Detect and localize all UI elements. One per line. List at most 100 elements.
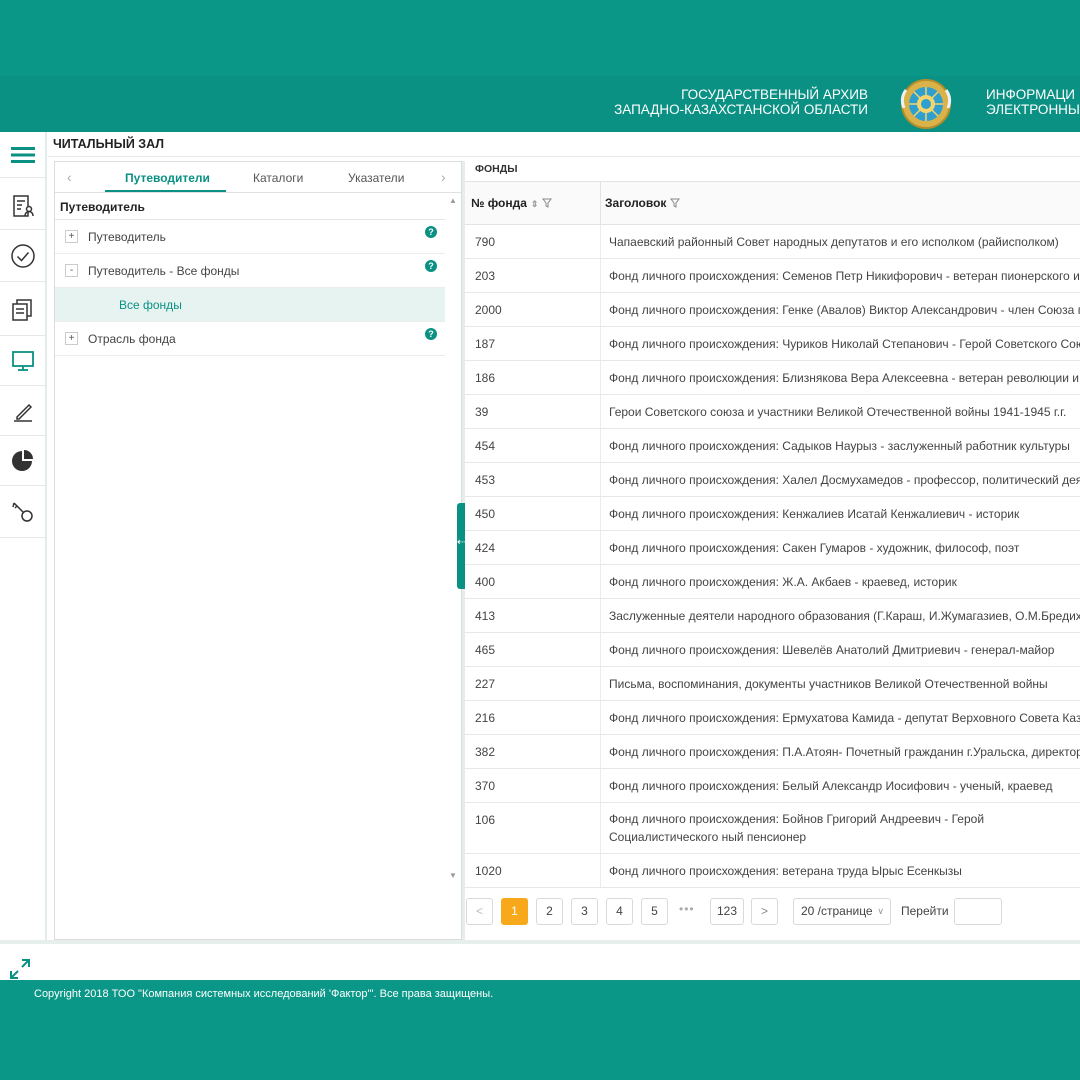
fund-title-cell: Фонд личного происхождения: Ермухатова К… [609, 711, 1080, 725]
table-row[interactable]: 370 Фонд личного происхождения: Белый Але… [465, 769, 1080, 803]
sidebar-menu-button[interactable] [0, 132, 45, 178]
fund-title-cell: Фонд личного происхождения: Ж.А. Акбаев … [609, 575, 957, 589]
tabs-next-arrow-icon[interactable]: › [441, 169, 446, 185]
pagination-page-button[interactable]: 3 [571, 898, 598, 925]
tree-expand-icon[interactable]: + [65, 230, 78, 243]
tree-item[interactable]: + Отрасль фонда ? [55, 322, 445, 356]
org-line-1: ГОСУДАРСТВЕННЫЙ АРХИВ [681, 87, 868, 102]
column-header-title[interactable]: Заголовок [605, 196, 681, 210]
table-row[interactable]: 2000 Фонд личного происхождения: Генке (А… [465, 293, 1080, 327]
cell-divider [600, 327, 601, 360]
sidebar-item-approved[interactable] [0, 230, 45, 282]
tab-catalogs[interactable]: Каталоги [253, 171, 303, 185]
check-circle-icon [10, 243, 35, 268]
page-size-select[interactable]: 20 /странице ∨ [793, 898, 891, 925]
cell-divider [600, 803, 601, 853]
tree-collapse-icon[interactable]: - [65, 264, 78, 277]
sidebar-item-reading-room[interactable] [0, 336, 45, 386]
fullscreen-expand-icon[interactable] [9, 958, 31, 980]
tabs-prev-arrow-icon[interactable]: ‹ [67, 169, 72, 185]
cell-divider [600, 599, 601, 632]
cell-divider [600, 225, 601, 258]
tab-guides[interactable]: Путеводители [125, 171, 210, 185]
fund-title-cell: Фонд личного происхождения: Семенов Петр… [609, 269, 1080, 283]
table-row[interactable]: 106 Фонд личного происхождения: Бойнов Гр… [465, 803, 1080, 854]
fund-number-cell: 453 [475, 473, 496, 487]
pagination-next-button[interactable]: > [751, 898, 778, 925]
table-row[interactable]: 39 Герои Советского союза и участники Вел… [465, 395, 1080, 429]
pagination-ellipsis[interactable]: ••• [679, 902, 695, 916]
table-row[interactable]: 450 Фонд личного происхождения: Кенжалиев… [465, 497, 1080, 531]
fund-title-cell: Фонд личного происхождения: Сакен Гумаро… [609, 541, 1020, 555]
pagination: < 1 2 3 4 5 ••• 123 > 20 /странице ∨ Пер… [465, 898, 1080, 926]
tree-expand-icon[interactable]: + [65, 332, 78, 345]
filter-icon[interactable] [542, 198, 553, 208]
table-row[interactable]: 382 Фонд личного происхождения: П.А.Атоян… [465, 735, 1080, 769]
table-row[interactable]: 454 Фонд личного происхождения: Садыков Н… [465, 429, 1080, 463]
guides-tabs: ‹ Путеводители Каталоги Указатели › [55, 162, 461, 193]
fund-number-cell: 227 [475, 677, 496, 691]
fund-number-cell: 454 [475, 439, 496, 453]
table-row[interactable]: 1020 Фонд личного происхождения: ветерана… [465, 854, 1080, 888]
page-size-value: 20 /странице [801, 904, 873, 918]
filter-icon[interactable] [670, 198, 681, 208]
pagination-page-button[interactable]: 4 [606, 898, 633, 925]
table-row[interactable]: 424 Фонд личного происхождения: Сакен Гум… [465, 531, 1080, 565]
help-icon[interactable]: ? [425, 328, 437, 340]
scroll-up-arrow-icon[interactable]: ▲ [449, 196, 457, 205]
tree-item-label: Все фонды [119, 298, 182, 312]
fund-title-cell: Фонд личного происхождения: Кенжалиев Ис… [609, 507, 1020, 521]
sidebar-item-statistics[interactable] [0, 436, 45, 486]
cell-divider [600, 463, 601, 496]
goto-page-input[interactable] [954, 898, 1002, 925]
table-row[interactable]: 400 Фонд личного происхождения: Ж.А. Акба… [465, 565, 1080, 599]
column-title-label: Заголовок [605, 196, 667, 210]
tree-item[interactable]: - Путеводитель - Все фонды ? [55, 254, 445, 288]
fund-title-cell: Фонд личного происхождения: Чуриков Нико… [609, 337, 1080, 351]
tree-item-selected[interactable]: Все фонды [55, 288, 445, 322]
cell-divider [600, 259, 601, 292]
help-icon[interactable]: ? [425, 226, 437, 238]
tree-header: Путеводитель [55, 194, 445, 220]
pagination-last-page-button[interactable]: 123 [710, 898, 744, 925]
table-row[interactable]: 216 Фонд личного происхождения: Ермухатов… [465, 701, 1080, 735]
scroll-down-arrow-icon[interactable]: ▼ [449, 871, 457, 880]
fund-number-cell: 465 [475, 643, 496, 657]
monitor-icon [11, 350, 34, 371]
pagination-page-button[interactable]: 1 [501, 898, 528, 925]
pagination-prev-button[interactable]: < [466, 898, 493, 925]
tree-item[interactable]: + Путеводитель ? [55, 220, 445, 254]
key-icon [11, 501, 33, 522]
table-row[interactable]: 413 Заслуженные деятели народного образов… [465, 599, 1080, 633]
help-icon[interactable]: ? [425, 260, 437, 272]
fund-number-cell: 203 [475, 269, 496, 283]
fund-title-cell: Фонд личного происхождения: Генке (Авало… [609, 303, 1080, 317]
sidebar-item-edit[interactable] [0, 386, 45, 436]
sidebar-item-access[interactable] [0, 486, 45, 538]
fund-number-cell: 1020 [475, 864, 502, 878]
table-row[interactable]: 790 Чапаевский районный Совет народных де… [465, 225, 1080, 259]
copyright-text: Copyright 2018 ТОО "Компания системных и… [34, 988, 494, 1000]
table-row[interactable]: 465 Фонд личного происхождения: Шевелёв А… [465, 633, 1080, 667]
sidebar-item-requests[interactable] [0, 182, 45, 230]
pagination-page-button[interactable]: 2 [536, 898, 563, 925]
table-row[interactable]: 203 Фонд личного происхождения: Семенов П… [465, 259, 1080, 293]
active-tab-indicator [105, 190, 226, 192]
tab-indexes[interactable]: Указатели [348, 171, 404, 185]
document-user-icon [12, 194, 34, 217]
table-row[interactable]: 187 Фонд личного происхождения: Чуриков Н… [465, 327, 1080, 361]
sidebar-item-documents[interactable] [0, 282, 45, 336]
table-row[interactable]: 453 Фонд личного происхождения: Халел Дос… [465, 463, 1080, 497]
column-header-number[interactable]: № фонда ⇕ [471, 196, 553, 210]
cell-divider [600, 701, 601, 734]
cell-divider [600, 769, 601, 802]
kazakhstan-emblem-icon [900, 79, 952, 129]
fund-title-cell: Фонд личного происхождения: Бойнов Григо… [609, 812, 985, 844]
pagination-page-button[interactable]: 5 [641, 898, 668, 925]
table-row[interactable]: 186 Фонд личного происхождения: Близняков… [465, 361, 1080, 395]
fund-number-cell: 39 [475, 405, 489, 419]
sort-icon[interactable]: ⇕ [531, 199, 539, 209]
fund-number-cell: 370 [475, 779, 496, 793]
cell-divider [600, 293, 601, 326]
table-row[interactable]: 227 Письма, воспоминания, документы участ… [465, 667, 1080, 701]
